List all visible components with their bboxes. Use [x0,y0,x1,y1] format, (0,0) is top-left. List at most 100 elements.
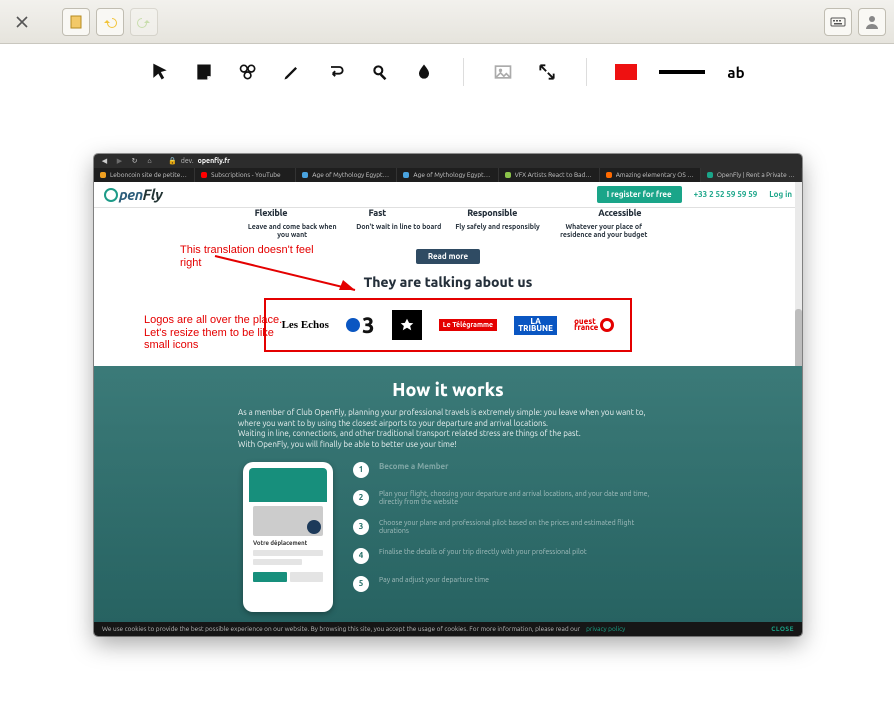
separator [586,58,587,86]
redo-button[interactable] [130,8,158,36]
font-tool[interactable]: ab [727,64,744,81]
pointer-tool[interactable] [149,61,171,83]
canvas-workspace: ◀ ▶ ↻ ⌂ 🔒 dev.openfly.fr Leboncoin site … [0,100,894,720]
step-text: Plan your flight, choosing your departur… [379,490,653,507]
read-more-button[interactable]: Read more [416,249,480,264]
brand-text-1: pen [119,186,143,203]
line-width-preview[interactable] [659,70,705,74]
how-intro: As a member of Club OpenFly, planning yo… [238,408,658,450]
tagline: Fly safely and responsibly [455,224,539,239]
step-number: 1 [353,462,369,478]
how-title: How it works [94,380,802,400]
press-logos-box: Les Echos 3 Le Télégramme LATRIBUNE oues… [264,298,632,352]
brand-logo[interactable]: penFly [104,186,162,203]
browser-tab[interactable]: OpenFly | Rent a Private Plane [701,168,802,182]
step-number: 4 [353,548,369,564]
brand-icon [104,188,118,202]
cookie-close-button[interactable]: CLOSE [771,626,794,633]
lock-icon: 🔒 [168,157,177,165]
tagline: Whatever your place of residence and you… [554,224,654,239]
url-bar[interactable]: 🔒 dev.openfly.fr [168,157,230,165]
separator [463,58,464,86]
image-tool[interactable] [492,61,514,83]
step: 5 Pay and adjust your departure time [353,576,653,592]
browser-tab[interactable]: Leboncoin site de petites annonces g… [94,168,195,182]
login-link[interactable]: Log in [769,190,792,199]
browser-tab[interactable]: Subscriptions - YouTube [195,168,296,182]
back-button[interactable]: ◀ [100,157,109,166]
browser-nav-bar: ◀ ▶ ↻ ⌂ 🔒 dev.openfly.fr [94,154,802,168]
step: 3 Choose your plane and professional pilo… [353,519,653,536]
scrollbar-thumb[interactable] [795,309,802,373]
color-swatch[interactable] [615,64,637,80]
tab-label: Age of Mythology Egypt Campaign P… [413,172,491,179]
reload-button[interactable]: ↻ [130,157,139,166]
how-it-works-section: How it works As a member of Club OpenFly… [94,366,802,626]
document-icon-button[interactable] [62,8,90,36]
section-heading-talking: They are talking about us [94,274,802,290]
note-tool[interactable] [193,61,215,83]
cookie-text: We use cookies to provide the best possi… [102,626,580,633]
step: 2 Plan your flight, choosing your departu… [353,490,653,507]
how-intro-line: As a member of Club OpenFly, planning yo… [238,408,658,429]
privacy-policy-link[interactable]: privacy policy [586,626,625,633]
browser-tab[interactable]: VFX Artists React to Bad & Great CGI… [499,168,600,182]
step-text: Choose your plane and professional pilot… [379,519,653,536]
step-text: Pay and adjust your departure time [379,576,489,584]
annotation-toolbar: ab [0,44,894,100]
user-icon-button[interactable] [858,8,886,36]
browser-window: ◀ ▶ ↻ ⌂ 🔒 dev.openfly.fr Leboncoin site … [94,154,802,636]
hero-col: Responsible [467,208,517,218]
pencil-tool[interactable] [281,61,303,83]
undo-button[interactable] [96,8,124,36]
close-button[interactable] [8,8,36,36]
step-text: Finalise the details of your trip direct… [379,548,587,556]
step-text: Become a Member [379,462,448,472]
favicon [606,172,612,178]
annotation-logos: Logos are all over the place. Let's resi… [144,314,282,352]
url-prefix: dev. [181,157,194,165]
tab-label: Amazing elementary OS apps that yo… [616,172,694,179]
step-number: 2 [353,490,369,506]
expand-tool[interactable] [536,61,558,83]
tab-label: Age of Mythology Egypt Campaign P… [312,172,390,179]
magnify-tool[interactable] [369,61,391,83]
forward-button[interactable]: ▶ [115,157,124,166]
step-number: 5 [353,576,369,592]
logo-ouest-france: ouestfrance [574,318,614,332]
hero-col: Accessible [598,208,641,218]
favicon [707,172,713,178]
phone-number: +33 2 52 59 59 59 [694,190,758,199]
blur-tool[interactable] [413,61,435,83]
logo-france3: 3 [346,313,374,338]
favicon [302,172,308,178]
step: 1 Become a Member [353,462,653,478]
favicon [201,172,207,178]
how-intro-line: Waiting in line, connections, and other … [238,429,658,439]
how-intro-line: With OpenFly, you will finally be able t… [238,440,658,450]
step-number: 3 [353,519,369,535]
step: 4 Finalise the details of your trip direc… [353,548,653,564]
hero-col: Fast [369,208,387,218]
keyboard-icon-button[interactable] [824,8,852,36]
hero-col: Flexible [255,208,288,218]
steps-list: 1 Become a Member 2 Plan your flight, choos… [353,462,653,612]
brand-text-2: Fly [143,186,163,203]
register-button[interactable]: I register for free [597,186,682,203]
cookie-banner: We use cookies to provide the best possi… [94,622,802,636]
hero-columns: Flexible Fast Responsible Accessible [94,208,802,220]
browser-tab[interactable]: Age of Mythology Egypt Campaign P… [397,168,498,182]
shapes-tool[interactable] [237,61,259,83]
tab-label: Subscriptions - YouTube [211,172,280,179]
home-button[interactable]: ⌂ [145,157,154,166]
browser-tab[interactable]: Age of Mythology Egypt Campaign P… [296,168,397,182]
phone-illustration: Votre déplacement [243,462,333,612]
tab-label: OpenFly | Rent a Private Plane [717,172,795,179]
logo-les-echos: Les Echos [282,319,329,331]
favicon [403,172,409,178]
logo-frenchweb [392,310,422,340]
tab-label: VFX Artists React to Bad & Great CGI… [515,172,593,179]
text-style-tool[interactable] [325,61,347,83]
browser-tab[interactable]: Amazing elementary OS apps that yo… [600,168,701,182]
tab-label: Leboncoin site de petites annonces g… [110,172,188,179]
